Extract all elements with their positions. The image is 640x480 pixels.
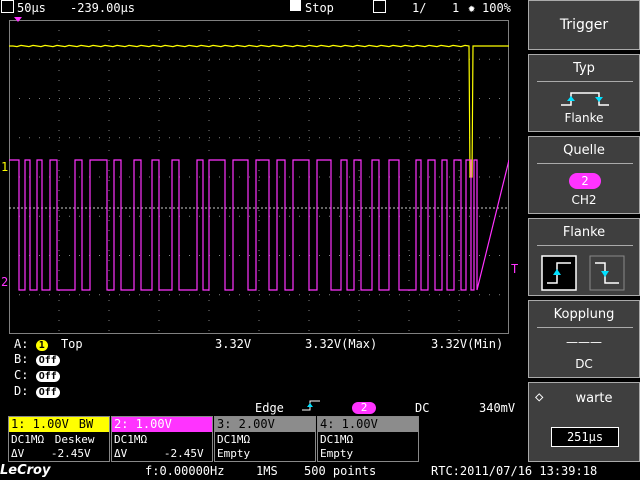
flanke-label: Flanke (562, 225, 606, 240)
quelle-label: Quelle (563, 143, 605, 158)
edge-type-icon (561, 92, 609, 106)
falling-edge-icon[interactable] (589, 255, 625, 291)
row-d-off: Off (35, 387, 60, 398)
rising-edge-icon[interactable] (541, 255, 577, 291)
acq-total: 1 (452, 1, 460, 15)
menu-quelle-button[interactable]: Quelle 2 CH2 (528, 136, 640, 214)
ch2-marker[interactable]: 2 (1, 275, 8, 289)
typ-value: Flanke (564, 111, 604, 125)
footer-bar: LeCroy f:0.00000Hz 1MS 500 points RTC:20… (0, 462, 640, 480)
timebase-readout: 50µs (17, 1, 46, 15)
trigger-level: 340mV (479, 401, 516, 415)
ch4-coupling: DC1MΩ (320, 433, 354, 446)
menu-kopplung-button[interactable]: Kopplung ——— DC (528, 300, 640, 378)
dc-coupling-icon: ——— (566, 335, 602, 349)
sample-rate: 1MS (256, 464, 278, 478)
measure-row-c[interactable]: C: Off (14, 369, 60, 382)
ch1-header: 1: 1.00V BW (9, 417, 109, 432)
ch1-deskew: Deskew (54, 433, 95, 446)
ch1-dv-value: -2.45V (50, 447, 91, 460)
zoom-icon[interactable]: ✹ (468, 0, 475, 16)
measure-row-a[interactable]: A: 1 Top (14, 338, 83, 351)
run-state[interactable]: Stop (305, 0, 334, 16)
measure-row-b[interactable]: B: Off (14, 353, 60, 366)
ch4-empty: Empty (320, 447, 354, 460)
warte-value[interactable]: 251µs (551, 427, 619, 447)
frequency-readout: f:0.00000Hz (145, 464, 225, 478)
row-b-label: B: (14, 352, 29, 366)
row-a-name: Top (60, 337, 83, 351)
ch2-header: 2: 1.00V (112, 417, 212, 432)
ch4-header: 4: 1.00V (318, 417, 418, 432)
delay-readout: -239.00µs (70, 1, 136, 15)
row-c-label: C: (14, 368, 29, 382)
trigger-source-badge: 2 (352, 402, 376, 414)
ch1-coupling: DC1MΩ (11, 433, 45, 446)
menu-warte-button[interactable]: ◇ warte 251µs (528, 382, 640, 462)
trigger-position-marker (14, 17, 22, 22)
acq-count: 1/ (412, 1, 427, 15)
menu-title: Trigger (559, 17, 609, 33)
trigger-level-marker[interactable]: T (511, 262, 518, 276)
ch3-coupling: DC1MΩ (217, 433, 251, 446)
row-a-value: 3.32V (215, 337, 252, 351)
kopplung-label: Kopplung (553, 307, 615, 322)
row-d-label: D: (14, 384, 29, 398)
ch4-info-box[interactable]: 4: 1.00V DC1MΩ Empty (317, 416, 419, 462)
measure-row-d[interactable]: D: Off (14, 385, 60, 398)
ch2-dv-label: ΔV (114, 447, 128, 460)
waveform-display[interactable] (9, 20, 509, 334)
zoom-level: 100% (482, 1, 511, 15)
status-bar: 50µs -239.00µs Stop 1/ 1 ✹ 100% (0, 0, 527, 16)
warte-label: warte (575, 391, 613, 406)
menu-flanke-button[interactable]: Flanke (528, 218, 640, 296)
ch3-empty: Empty (217, 447, 251, 460)
ch2-info-box[interactable]: 2: 1.00V DC1MΩ ΔV -2.45V (111, 416, 213, 462)
ch1-bw: BW (78, 417, 94, 431)
menu-trigger-header[interactable]: Trigger (528, 0, 640, 50)
ch1-dv-label: ΔV (11, 447, 25, 460)
rtc-clock: RTC:2011/07/16 13:39:18 (431, 464, 598, 478)
trigger-edge-icon (302, 400, 320, 411)
trigger-mode: Edge (255, 401, 284, 415)
ch3-info-box[interactable]: 3: 2.00V DC1MΩ Empty (214, 416, 316, 462)
row-b-off: Off (35, 355, 60, 366)
typ-label: Typ (573, 61, 595, 76)
row-a-badge: 1 (35, 340, 48, 351)
brand-logo: LeCroy (0, 463, 51, 478)
row-a-label: A: (14, 337, 29, 351)
record-length: 500 points (304, 464, 377, 478)
menu-typ-button[interactable]: Typ Flanke (528, 54, 640, 132)
row-a-min: 3.32V(Min) (431, 337, 504, 351)
source-badge: 2 (569, 173, 601, 189)
row-a-max: 3.32V(Max) (305, 337, 378, 351)
ch2-dv-value: -2.45V (163, 447, 204, 460)
ch1-info-box[interactable]: 1: 1.00V BW DC1MΩ Deskew ΔV -2.45V (8, 416, 110, 462)
trigger-coupling: DC (415, 401, 430, 415)
quelle-value: CH2 (571, 193, 597, 207)
kopplung-value: DC (575, 357, 593, 371)
row-c-off: Off (35, 371, 60, 382)
ch1-marker[interactable]: 1 (1, 160, 8, 174)
ch3-header: 3: 2.00V (215, 417, 315, 432)
ch2-coupling: DC1MΩ (114, 433, 148, 446)
